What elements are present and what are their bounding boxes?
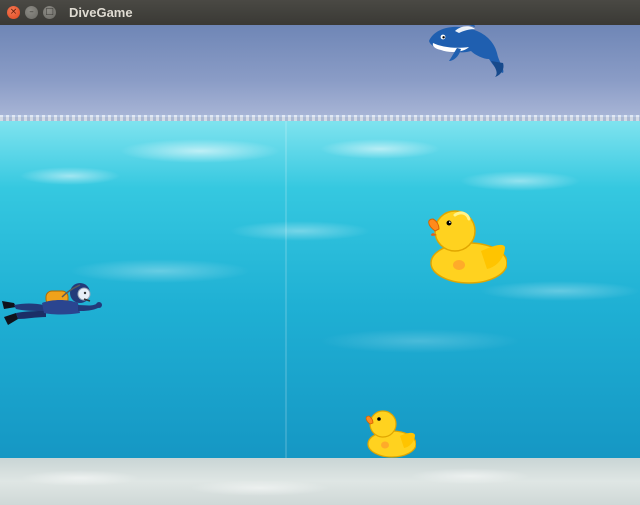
maximize-icon: □	[45, 7, 54, 17]
rubber-duck-icon	[365, 410, 416, 458]
rubber-duck-icon	[428, 210, 507, 284]
minimize-icon: –	[29, 7, 34, 17]
game-canvas[interactable]	[0, 25, 640, 505]
game-window: × – □ DiveGame	[0, 0, 640, 505]
maximize-button[interactable]: □	[43, 6, 56, 19]
sky	[0, 25, 640, 117]
window-title: DiveGame	[69, 5, 133, 20]
sandy-seabed	[0, 458, 640, 505]
title-bar: × – □ DiveGame	[0, 0, 640, 26]
whale-icon	[429, 25, 504, 77]
scuba-diver-icon	[2, 283, 102, 325]
minimize-button[interactable]: –	[25, 6, 38, 19]
background-seam	[285, 121, 287, 458]
close-button[interactable]: ×	[7, 6, 20, 19]
close-icon: ×	[9, 7, 18, 17]
